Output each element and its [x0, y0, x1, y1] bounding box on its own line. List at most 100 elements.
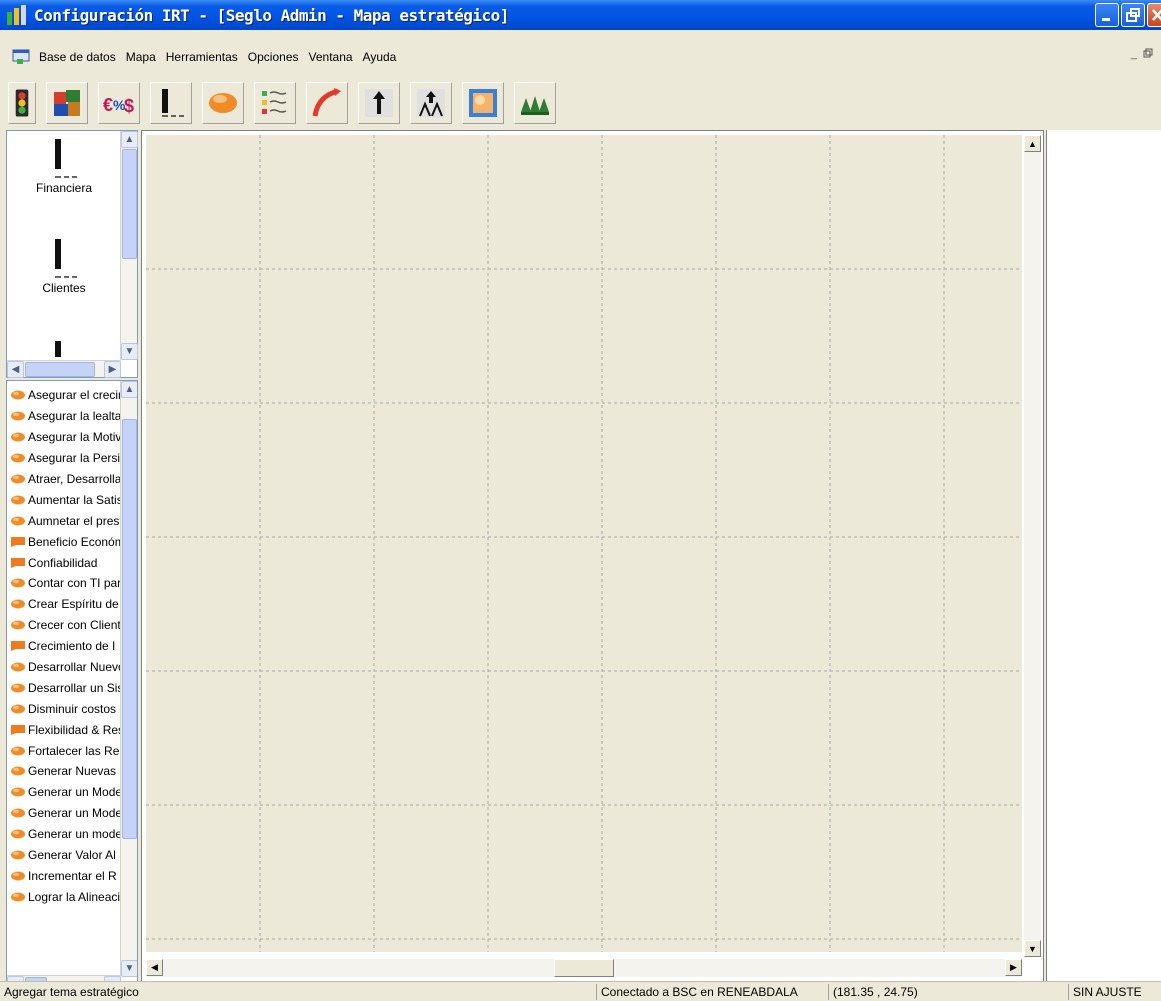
map-image-button[interactable] [462, 82, 504, 124]
objective-item[interactable]: Desarrollar un Sistema [7, 677, 121, 698]
perspectives-vertical-scrollbar[interactable]: ▲ ▼ [120, 131, 138, 360]
objective-item[interactable]: Generar un Modelo [7, 782, 121, 803]
objective-ellipse-icon [11, 662, 25, 672]
close-button[interactable] [1147, 3, 1161, 27]
scroll-down-button[interactable]: ▼ [121, 960, 137, 977]
canvas-horizontal-scrollbar[interactable]: ◀ ▶ [146, 959, 1022, 977]
objective-ellipse-icon [11, 892, 25, 902]
menu-ventana[interactable]: Ventana [304, 50, 358, 64]
status-zoom: SIN AJUSTE [1068, 984, 1161, 1000]
close-icon [1152, 9, 1161, 21]
scroll-down-button[interactable]: ▼ [121, 343, 138, 360]
objective-ellipse-icon [11, 495, 25, 505]
objective-item[interactable]: Generar Nuevas [7, 761, 121, 782]
scroll-thumb[interactable] [122, 419, 137, 839]
perspective-theme-icon [11, 536, 25, 547]
perspective-bar-icon [55, 239, 77, 278]
objective-ellipse-icon [11, 620, 25, 630]
objective-item[interactable]: Flexibilidad & Respuesta [7, 719, 121, 740]
objective-label: Desarrollar Nuevos [28, 660, 121, 675]
objective-item[interactable]: Lograr la Alineación [7, 886, 121, 907]
objective-item[interactable]: Beneficio Económico [7, 531, 121, 552]
objective-label: Generar Valor Al [28, 848, 116, 863]
perspective-financiera[interactable]: Financiera [7, 137, 121, 195]
perspectives-horizontal-scrollbar[interactable]: ◀ ▶ [7, 360, 121, 378]
scroll-left-button[interactable]: ◀ [7, 361, 24, 378]
map-image-icon [469, 89, 497, 117]
puzzle-button[interactable] [46, 82, 88, 124]
relation-button[interactable] [306, 82, 348, 124]
canvas-vertical-scrollbar[interactable]: ▲ ▼ [1024, 135, 1041, 957]
title-bar[interactable]: Configuración IRT - [Seglo Admin - Mapa … [0, 0, 1161, 30]
objective-item[interactable]: Generar un modelo [7, 824, 121, 845]
objective-item[interactable]: Atraer, Desarrollar [7, 469, 121, 490]
move-up-button[interactable] [358, 82, 400, 124]
menu-mapa[interactable]: Mapa [121, 50, 161, 64]
menu-ayuda[interactable]: Ayuda [358, 50, 402, 64]
menu-base-de-datos[interactable]: Base de datos [34, 50, 121, 64]
scroll-thumb[interactable] [25, 362, 95, 377]
mdi-controls: _ [1131, 48, 1153, 61]
objective-ellipse-icon [11, 808, 25, 818]
objective-item[interactable]: Contar con TI para [7, 573, 121, 594]
objective-item[interactable]: Crear Espíritu de [7, 594, 121, 615]
objectives-list: Asegurar el crecimiento Asegurar la lealt… [7, 385, 121, 907]
mdi-minimize-icon[interactable]: _ [1131, 48, 1137, 61]
perspective-button[interactable] [150, 82, 192, 124]
objective-ellipse-icon [11, 516, 25, 526]
strategy-map-canvas[interactable] [146, 135, 1022, 952]
semaphore-button[interactable] [8, 82, 36, 124]
objective-label: Beneficio Económico [28, 534, 121, 549]
forest-button[interactable] [514, 82, 556, 124]
objective-label: Lograr la Alineación [28, 889, 121, 904]
objective-item[interactable]: Confiabilidad [7, 552, 121, 573]
scroll-up-button[interactable]: ▲ [1024, 135, 1041, 152]
scroll-up-button[interactable]: ▲ [121, 381, 137, 398]
objective-ellipse-icon [11, 683, 25, 693]
restore-button[interactable] [1121, 3, 1145, 27]
objective-label: Crecimiento de I [28, 639, 116, 654]
objective-item[interactable]: Asegurar la Motivación [7, 427, 121, 448]
scroll-thumb[interactable] [122, 149, 137, 259]
scroll-down-button[interactable]: ▼ [1024, 940, 1041, 957]
objective-item[interactable]: Desarrollar Nuevos [7, 657, 121, 678]
objective-item[interactable]: Crecimiento de I [7, 636, 121, 657]
objective-item[interactable]: Aumnetar el prestigio [7, 510, 121, 531]
objective-label: Desarrollar un Sistema [28, 680, 121, 695]
perspective-clientes[interactable]: Clientes [7, 237, 121, 295]
objective-label: Crecer con Clientes [28, 618, 121, 633]
objective-item[interactable]: Disminuir costos [7, 698, 121, 719]
scroll-left-button[interactable]: ◀ [146, 959, 163, 976]
objective-ellipse-icon [11, 787, 25, 797]
scroll-right-button[interactable]: ▶ [104, 361, 121, 378]
objective-item[interactable]: Asegurar la lealtad [7, 406, 121, 427]
mdi-restore-icon[interactable] [1143, 48, 1153, 61]
percent-currency-button[interactable]: € % $ [98, 82, 140, 124]
objective-item[interactable]: Asegurar el crecimiento [7, 385, 121, 406]
perspective-partial[interactable] [7, 339, 121, 357]
list-button[interactable] [254, 82, 296, 124]
scroll-right-button[interactable]: ▶ [1005, 959, 1022, 976]
menu-herramientas[interactable]: Herramientas [161, 50, 243, 64]
menu-opciones[interactable]: Opciones [243, 50, 304, 64]
objective-item[interactable]: Asegurar la Persistencia [7, 448, 121, 469]
objective-item[interactable]: Incrementar el R [7, 865, 121, 886]
minimize-button[interactable] [1095, 3, 1119, 27]
objective-item[interactable]: Generar Valor Al [7, 845, 121, 866]
objective-item[interactable]: Generar un Modelo [7, 803, 121, 824]
perspective-bar-icon [55, 139, 77, 178]
objective-item[interactable]: Aumentar la Satisfacción [7, 489, 121, 510]
objective-label: Asegurar la lealtad [28, 409, 121, 424]
status-connection: Conectado a BSC en RENEABDALA [596, 984, 828, 1000]
objective-button[interactable] [202, 82, 244, 124]
objective-item[interactable]: Fortalecer las Relaciones [7, 740, 121, 761]
objective-item[interactable]: Crecer con Clientes [7, 615, 121, 636]
objectives-vertical-scrollbar[interactable]: ▲ ▼ [120, 381, 137, 977]
people-button[interactable] [410, 82, 452, 124]
scroll-up-button[interactable]: ▲ [121, 131, 138, 148]
objective-label: Incrementar el R [28, 868, 117, 883]
perspective-theme-icon [11, 724, 25, 735]
document-icon[interactable] [12, 49, 30, 65]
objective-label: Aumnetar el prestigio [28, 513, 121, 528]
scroll-thumb[interactable] [554, 959, 614, 977]
